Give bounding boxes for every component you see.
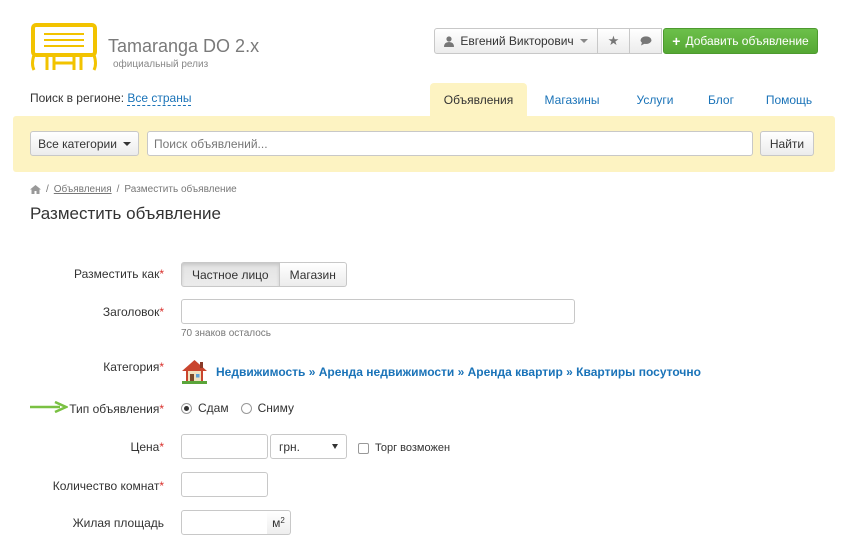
add-listing-button[interactable]: + Добавить объявление <box>663 28 818 54</box>
category-path-link[interactable]: Недвижимость » Аренда недвижимости » Аре… <box>216 365 701 379</box>
tab-shops[interactable]: Магазины <box>527 83 617 116</box>
chat-bubble-icon <box>640 36 651 46</box>
currency-select[interactable]: грн. <box>270 434 347 459</box>
living-area-label: Жилая площадь <box>72 516 164 530</box>
radio-checked-icon <box>181 402 192 414</box>
bargain-checkbox[interactable]: Торг возможен <box>358 442 450 454</box>
breadcrumb: / Объявления / Разместить объявление <box>30 184 237 195</box>
checkbox-unchecked-icon <box>358 442 369 454</box>
area-unit-exponent: 2 <box>280 516 285 525</box>
category-label: Категория* <box>103 360 164 374</box>
rooms-label: Количество комнат* <box>52 479 164 493</box>
brand-name[interactable]: Tamaranga DO 2.x <box>108 36 259 57</box>
categories-label: Все категории <box>38 136 117 151</box>
bargain-label: Торг возможен <box>375 442 451 454</box>
tab-blog[interactable]: Блог <box>693 83 749 116</box>
home-icon[interactable] <box>30 185 41 194</box>
listing-type-group: Сдам Сниму <box>181 401 294 415</box>
breadcrumb-separator: / <box>116 184 120 195</box>
post-as-shop-button[interactable]: Магазин <box>279 262 347 287</box>
listing-type-offer-label: Сдам <box>198 401 229 415</box>
breadcrumb-separator: / <box>46 184 49 195</box>
region-link[interactable]: Все страны <box>127 91 192 106</box>
area-unit: м <box>272 515 281 530</box>
brand-subtitle: официальный релиз <box>113 59 209 70</box>
tab-listings[interactable]: Объявления <box>430 83 527 116</box>
title-label: Заголовок* <box>102 305 164 319</box>
living-area-input[interactable] <box>181 510 268 535</box>
post-as-toggle: Частное лицо Магазин <box>181 262 347 287</box>
area-unit-addon: м2 <box>267 510 291 535</box>
price-label: Цена* <box>130 440 164 454</box>
favorites-button[interactable]: ★ <box>598 28 630 54</box>
post-as-private-button[interactable]: Частное лицо <box>181 262 280 287</box>
price-input[interactable] <box>181 434 268 459</box>
categories-dropdown[interactable]: Все категории <box>30 131 139 156</box>
main-nav: Объявления Магазины Услуги Блог Помощь <box>430 83 829 116</box>
post-as-label: Разместить как* <box>74 267 164 281</box>
breadcrumb-current: Разместить объявление <box>124 184 237 195</box>
star-icon: ★ <box>607 33 620 48</box>
listing-type-offer-radio[interactable]: Сдам <box>181 401 229 415</box>
listing-type-seek-radio[interactable]: Сниму <box>240 401 294 415</box>
title-input[interactable] <box>181 299 575 324</box>
listing-type-label: Тип объявления* <box>69 402 164 416</box>
search-button[interactable]: Найти <box>760 131 814 156</box>
region-label: Поиск в регионе: <box>30 91 125 105</box>
plus-icon: + <box>672 33 681 49</box>
house-icon <box>182 360 207 384</box>
add-listing-label: Добавить объявление <box>685 34 809 48</box>
region-selector: Поиск в регионе: Все страны <box>30 91 192 106</box>
messages-button[interactable] <box>630 28 662 54</box>
chevron-down-icon <box>579 39 588 43</box>
title-chars-left: 70 знаков осталось <box>181 328 272 339</box>
category-selector[interactable]: Недвижимость » Аренда недвижимости » Аре… <box>181 359 701 384</box>
user-menu-button[interactable]: Евгений Викторович <box>434 28 598 54</box>
search-input[interactable] <box>147 131 753 156</box>
currency-value: грн. <box>279 439 301 454</box>
arrow-right-icon <box>30 401 68 413</box>
user-toolbar: Евгений Викторович ★ <box>434 28 662 54</box>
user-icon <box>444 35 455 47</box>
chevron-down-icon <box>122 141 131 146</box>
rooms-input[interactable] <box>181 472 268 497</box>
listing-type-seek-label: Сниму <box>257 401 294 415</box>
user-name: Евгений Викторович <box>460 34 574 48</box>
radio-unchecked-icon <box>240 402 252 414</box>
tab-help[interactable]: Помощь <box>749 83 829 116</box>
brand-logo[interactable] <box>30 22 98 72</box>
chevron-down-icon <box>332 444 338 449</box>
tab-services[interactable]: Услуги <box>617 83 693 116</box>
breadcrumb-link-listings[interactable]: Объявления <box>54 184 112 195</box>
page-title: Разместить объявление <box>30 204 221 223</box>
